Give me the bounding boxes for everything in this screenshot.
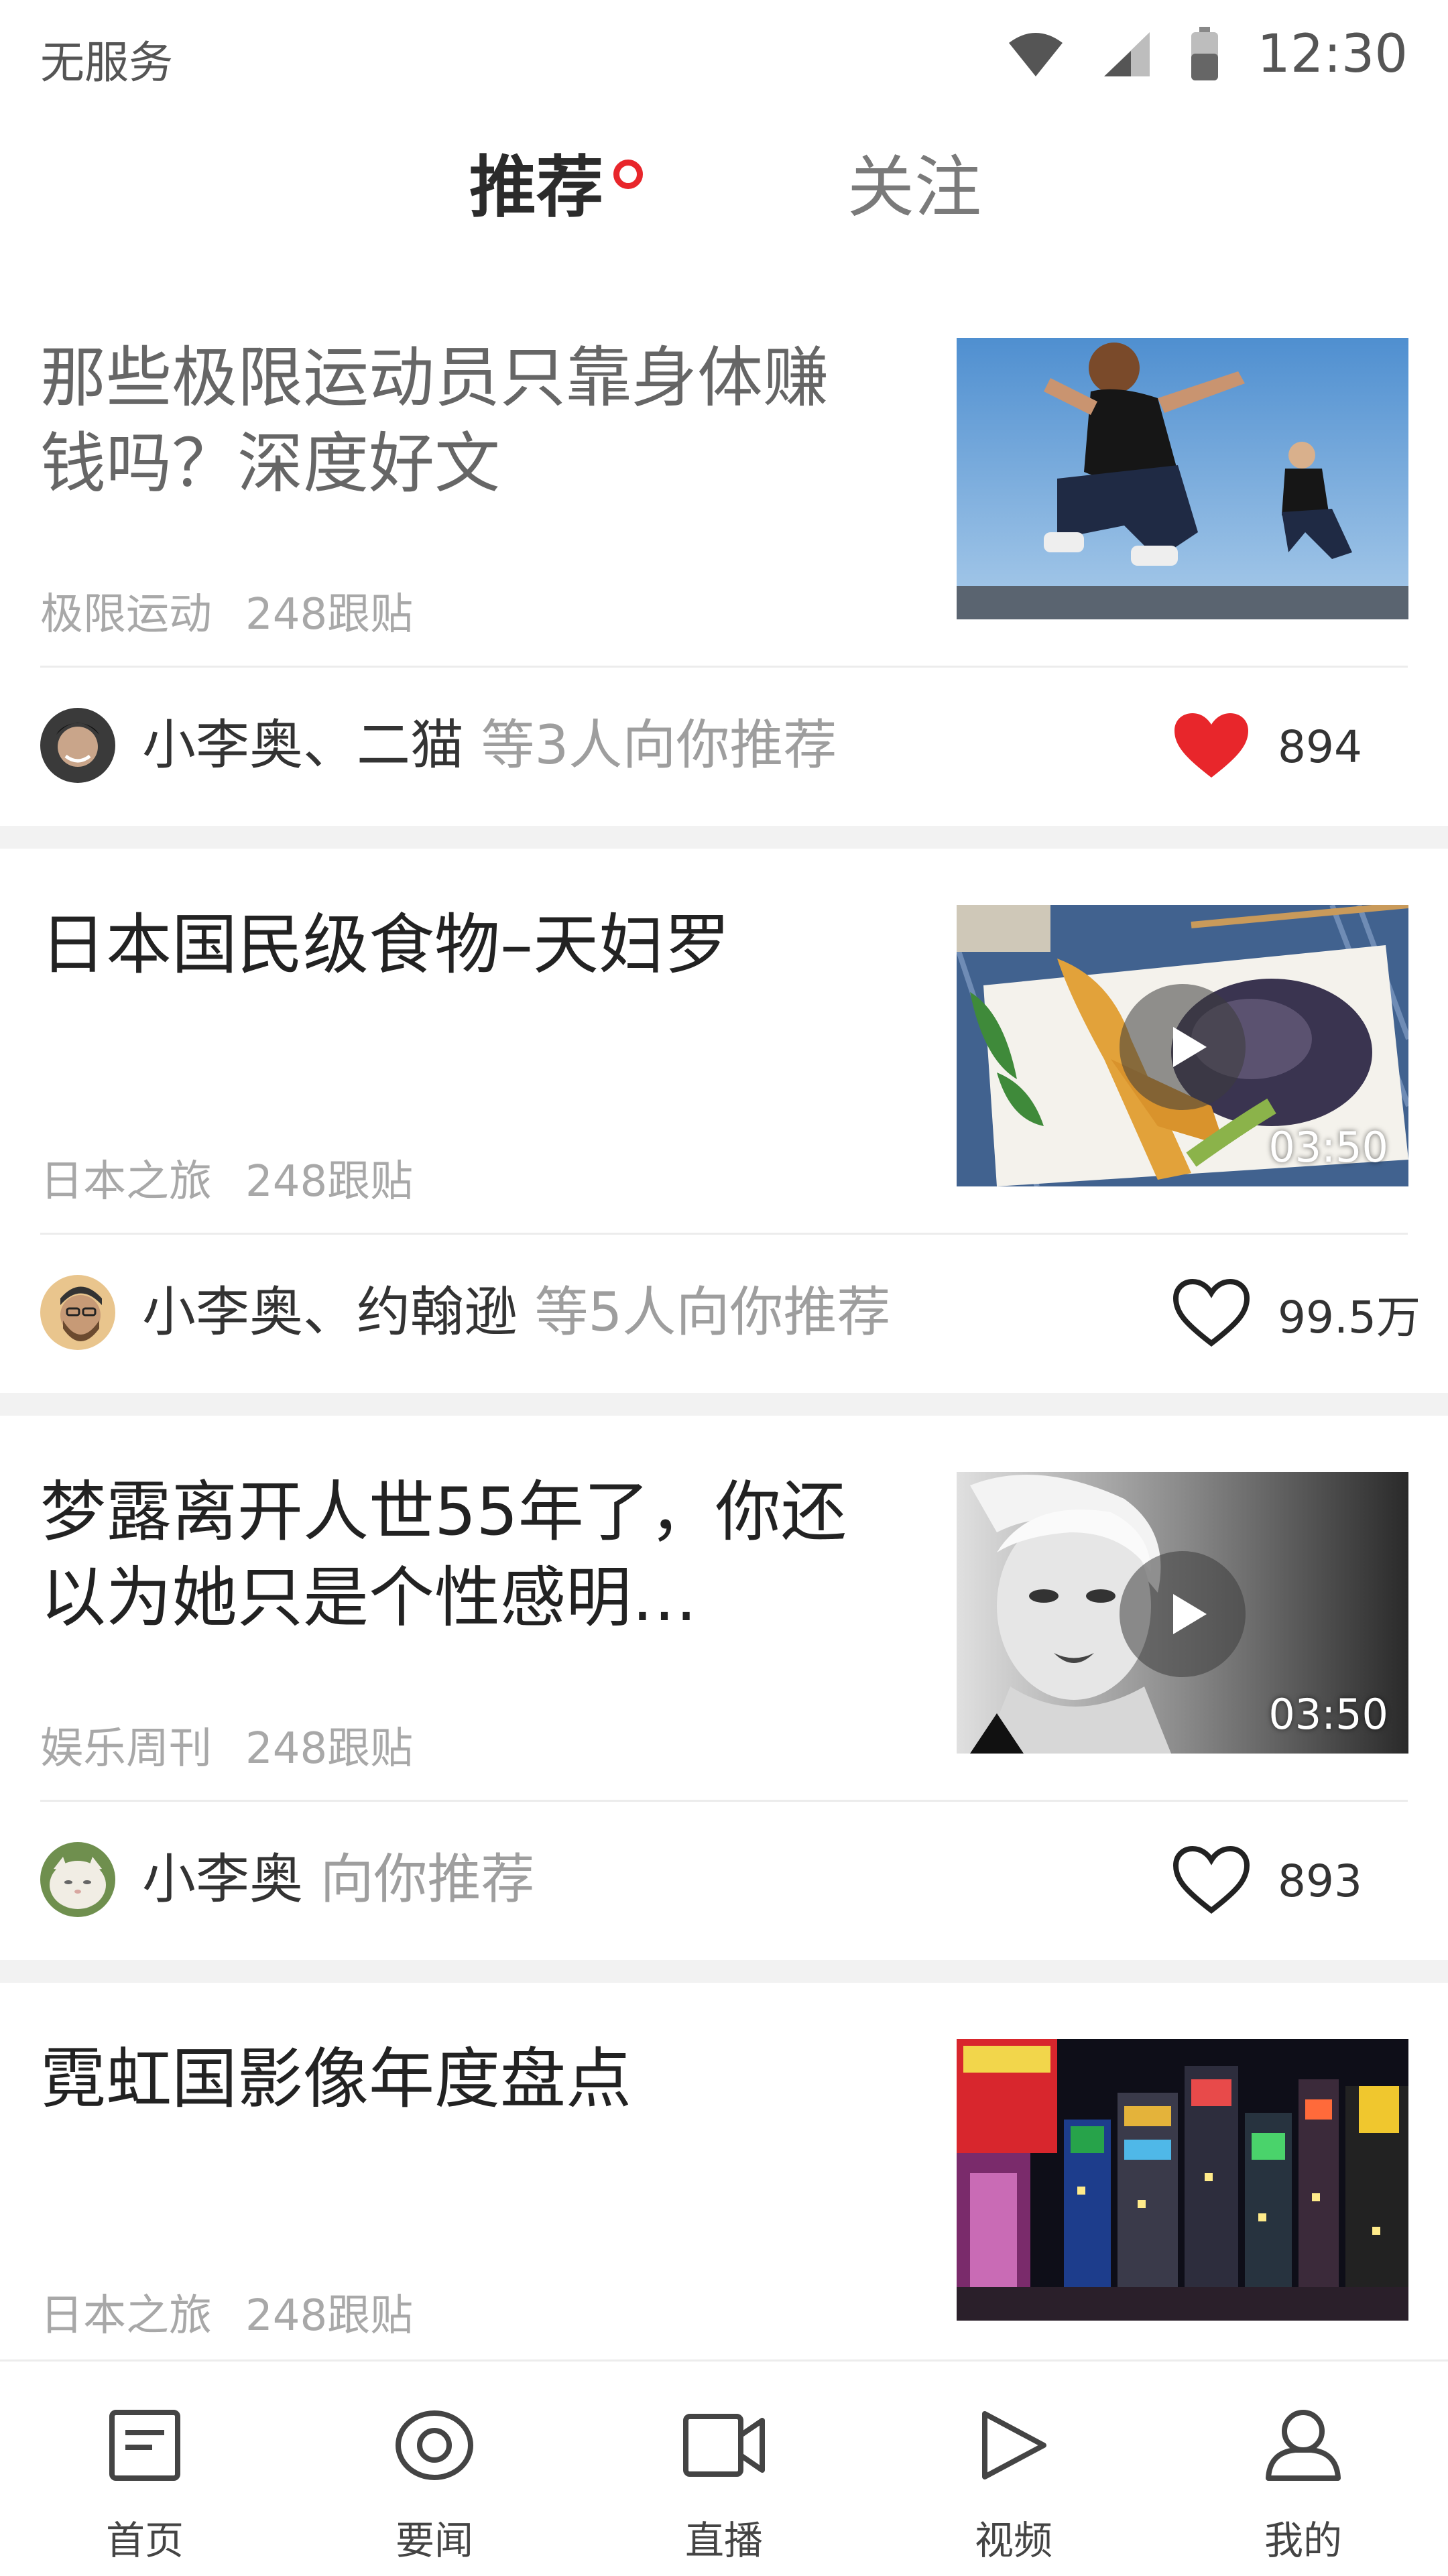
card-replies: 248跟贴 <box>245 1157 414 1207</box>
top-tabs: 推荐 关注 <box>0 127 1448 261</box>
nav-item-me[interactable]: 我的 <box>1158 2362 1448 2576</box>
feed-card[interactable]: 梦露离开人世55年了，你还以为她只是个性感明… 娱乐周刊 248跟贴 03:50… <box>0 1416 1448 1983</box>
bottom-navigation: 首页 要闻 直播 视频 我的 <box>0 2359 1448 2576</box>
recommend-suffix: 向你推荐 <box>320 1848 535 1910</box>
card-title[interactable]: 日本国民级食物–天妇罗 <box>40 902 885 988</box>
feed-card[interactable]: 日本国民级食物–天妇罗 日本之旅 248跟贴 03:50 小李奥、约翰逊 等5人… <box>0 849 1448 1416</box>
recommenders-text: 小李奥 向你推荐 <box>142 1847 534 1912</box>
battery-icon <box>1190 27 1219 82</box>
heart-filled-icon[interactable] <box>1172 711 1251 783</box>
card-thumbnail[interactable] <box>957 338 1408 619</box>
like-count: 893 <box>1278 1855 1362 1907</box>
card-separator <box>0 826 1448 849</box>
heart-outline-icon[interactable] <box>1172 1845 1251 1917</box>
card-source: 极限运动 <box>40 590 212 639</box>
card-separator <box>0 1393 1448 1416</box>
heart-outline-icon[interactable] <box>1172 1278 1251 1350</box>
card-meta: 娱乐周刊 248跟贴 <box>40 1714 413 1776</box>
card-meta: 极限运动 248跟贴 <box>40 580 413 641</box>
carrier-text: 无服务 <box>40 37 173 88</box>
feed-card[interactable]: 那些极限运动员只靠身体赚钱吗？深度好文 极限运动 248跟贴 小李奥、二猫 等3… <box>0 282 1448 849</box>
status-bar: 无服务 12:30 <box>0 0 1448 107</box>
nav-label: 我的 <box>1264 2518 1342 2563</box>
status-icons: 12:30 <box>1008 17 1408 91</box>
user-icon <box>1263 2408 1343 2482</box>
recommenders-text: 小李奥、约翰逊 等5人向你推荐 <box>142 1280 890 1345</box>
cellular-signal-icon <box>1101 31 1152 78</box>
recommend-suffix: 等3人向你推荐 <box>481 714 837 776</box>
video-duration: 03:50 <box>1268 1690 1388 1739</box>
feed-card[interactable]: 霓虹国影像年度盘点 日本之旅 248跟贴 <box>0 1983 1448 2369</box>
card-thumbnail[interactable] <box>957 2039 1408 2321</box>
notification-dot-icon <box>613 160 643 189</box>
tab-recommend[interactable]: 推荐 <box>469 154 603 221</box>
avatar[interactable] <box>40 708 115 783</box>
recommenders-text: 小李奥、二猫 等3人向你推荐 <box>142 713 837 778</box>
recommender-names[interactable]: 小李奥 <box>142 1848 303 1910</box>
nav-item-live[interactable]: 直播 <box>579 2362 869 2576</box>
recommend-suffix: 等5人向你推荐 <box>534 1281 891 1343</box>
card-source: 日本之旅 <box>40 2291 212 2341</box>
news-feed: 那些极限运动员只靠身体赚钱吗？深度好文 极限运动 248跟贴 小李奥、二猫 等3… <box>0 282 1448 2369</box>
like-control[interactable]: 99.5万 <box>1172 1274 1421 1354</box>
card-source: 日本之旅 <box>40 1157 212 1207</box>
play-icon <box>977 2408 1050 2482</box>
card-title[interactable]: 梦露离开人世55年了，你还以为她只是个性感明… <box>40 1469 885 1641</box>
recommender-names[interactable]: 小李奥、约翰逊 <box>142 1281 518 1343</box>
clock-text: 12:30 <box>1257 24 1408 84</box>
card-replies: 248跟贴 <box>245 2291 414 2341</box>
nav-label: 直播 <box>684 2518 763 2563</box>
nav-item-news[interactable]: 要闻 <box>290 2362 579 2576</box>
card-source: 娱乐周刊 <box>40 1724 212 1774</box>
wifi-icon <box>1008 31 1064 78</box>
document-icon <box>108 2408 182 2482</box>
play-button-icon[interactable] <box>1120 1551 1246 1677</box>
eye-icon <box>394 2408 475 2482</box>
avatar[interactable] <box>40 1275 115 1350</box>
nav-item-video[interactable]: 视频 <box>869 2362 1158 2576</box>
nav-label: 视频 <box>974 2518 1052 2563</box>
like-count: 99.5万 <box>1278 1292 1421 1343</box>
recommender-names[interactable]: 小李奥、二猫 <box>142 714 464 776</box>
card-title[interactable]: 霓虹国影像年度盘点 <box>40 2036 885 2122</box>
like-count: 894 <box>1278 721 1362 773</box>
like-control[interactable]: 894 <box>1172 707 1362 787</box>
card-meta: 日本之旅 248跟贴 <box>40 2281 413 2343</box>
card-video-thumbnail[interactable]: 03:50 <box>957 1472 1408 1754</box>
card-meta: 日本之旅 248跟贴 <box>40 1147 413 1209</box>
card-separator <box>0 1960 1448 1983</box>
card-title[interactable]: 那些极限运动员只靠身体赚钱吗？深度好文 <box>40 335 885 507</box>
like-control[interactable]: 893 <box>1172 1841 1362 1921</box>
video-duration: 03:50 <box>1268 1123 1388 1172</box>
card-replies: 248跟贴 <box>245 1724 414 1774</box>
tab-follow[interactable]: 关注 <box>847 154 981 221</box>
camera-icon <box>682 2408 766 2482</box>
play-button-icon[interactable] <box>1120 984 1246 1110</box>
card-video-thumbnail[interactable]: 03:50 <box>957 905 1408 1186</box>
nav-item-home[interactable]: 首页 <box>0 2362 290 2576</box>
card-replies: 248跟贴 <box>245 590 414 639</box>
nav-label: 要闻 <box>395 2518 473 2563</box>
avatar[interactable] <box>40 1842 115 1917</box>
nav-label: 首页 <box>105 2518 184 2563</box>
